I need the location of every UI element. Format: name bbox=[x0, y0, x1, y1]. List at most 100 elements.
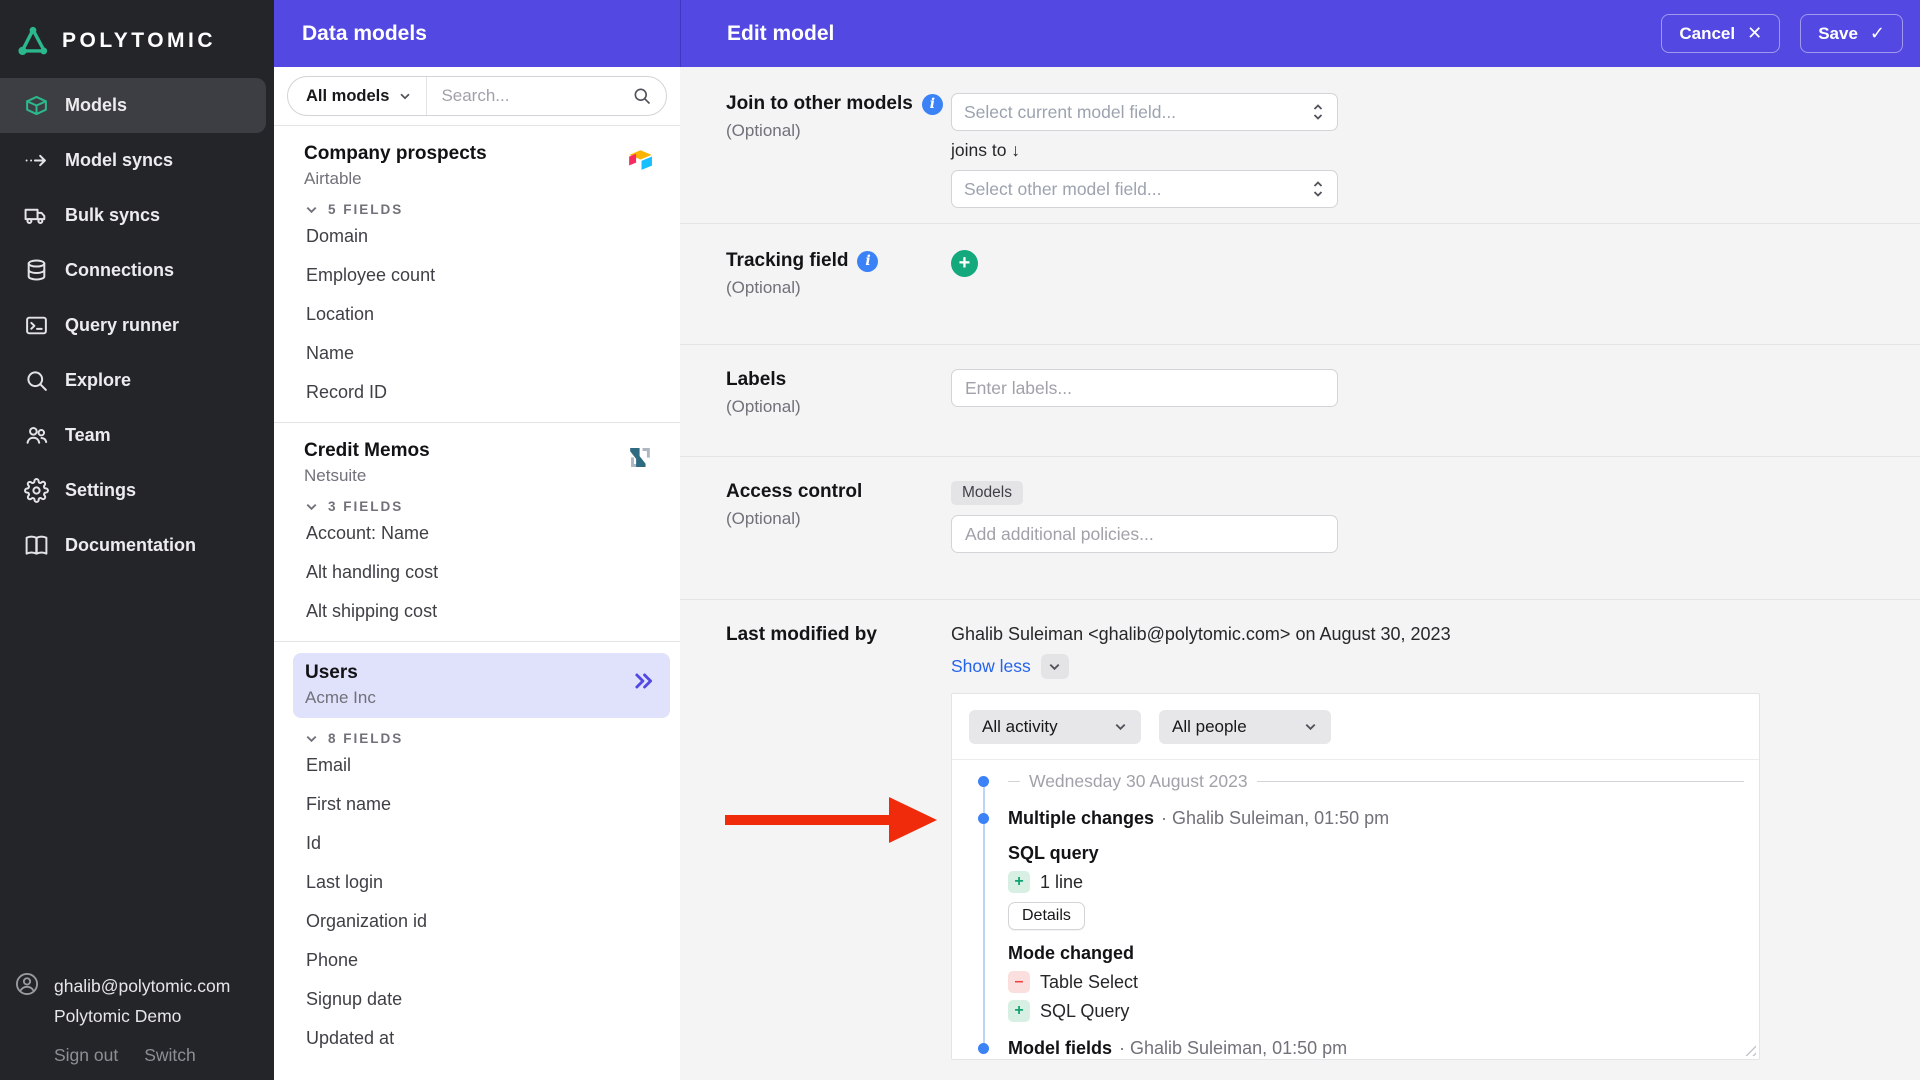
field-row-employee-count[interactable]: Employee count bbox=[274, 256, 680, 295]
model-source: Netsuite bbox=[304, 466, 367, 485]
model-head-credit-memos[interactable]: Credit Memos Netsuite bbox=[274, 423, 680, 486]
field-row-first-name[interactable]: First name bbox=[274, 785, 680, 824]
access-optional: (Optional) bbox=[726, 509, 801, 528]
sidebar-item-settings[interactable]: Settings bbox=[0, 463, 274, 518]
fields-toggle-company-prospects[interactable]: 5 FIELDS bbox=[274, 202, 680, 217]
labels-optional: (Optional) bbox=[726, 397, 801, 416]
sign-out-link[interactable]: Sign out bbox=[54, 1045, 118, 1066]
other-model-field-select[interactable]: Select other model field... bbox=[951, 170, 1338, 208]
sidebar-nav: Models Model syncs Bulk syncs Connections Qu… bbox=[0, 78, 274, 573]
join-section: Join to other models i (Optional) Select… bbox=[680, 67, 1920, 224]
field-row-organization-id[interactable]: Organization id bbox=[274, 902, 680, 941]
add-tracking-field-button[interactable]: + bbox=[951, 250, 978, 277]
chevron-down-icon bbox=[304, 499, 319, 514]
model-title: Credit Memos bbox=[304, 440, 430, 461]
edit-model-panel: Edit model Cancel ✕ Save ✓ Join to other… bbox=[680, 0, 1920, 1080]
show-less-link[interactable]: Show less bbox=[951, 656, 1031, 677]
sidebar-item-query-runner[interactable]: Query runner bbox=[0, 298, 274, 353]
event-title: Multiple changes bbox=[1008, 807, 1155, 828]
field-row-alt-shipping-cost[interactable]: Alt shipping cost bbox=[274, 592, 680, 631]
field-row-id[interactable]: Id bbox=[274, 824, 680, 863]
sidebar-item-connections[interactable]: Connections bbox=[0, 243, 274, 298]
model-head-company-prospects[interactable]: Company prospects Airtable bbox=[274, 126, 680, 189]
chevron-down-icon bbox=[1303, 719, 1318, 734]
sidebar-item-models[interactable]: Models bbox=[0, 78, 266, 133]
change-group-mode-changed: Mode changed bbox=[1008, 943, 1135, 963]
activity-panel: All activity All people Wednesday 30 Aug… bbox=[951, 693, 1760, 1060]
activity-type-filter[interactable]: All activity bbox=[969, 709, 1141, 744]
field-row-signup-date[interactable]: Signup date bbox=[274, 980, 680, 1019]
current-model-field-placeholder: Select current model field... bbox=[964, 101, 1177, 122]
cancel-button[interactable]: Cancel ✕ bbox=[1661, 14, 1781, 53]
info-icon[interactable]: i bbox=[921, 93, 943, 115]
field-row-domain[interactable]: Domain bbox=[274, 217, 680, 256]
user-org: Polytomic Demo bbox=[54, 1006, 182, 1026]
sidebar-item-bulk-syncs[interactable]: Bulk syncs bbox=[0, 188, 274, 243]
models-policy-tag: Models bbox=[951, 481, 1023, 505]
fields-toggle-users[interactable]: 8 FIELDS bbox=[274, 731, 680, 746]
save-button[interactable]: Save ✓ bbox=[1800, 14, 1903, 53]
sidebar-item-model-syncs[interactable]: Model syncs bbox=[0, 133, 274, 188]
access-label: Access control bbox=[726, 481, 863, 502]
sidebar-item-explore[interactable]: Explore bbox=[0, 353, 274, 408]
edit-model-header: Edit model Cancel ✕ Save ✓ bbox=[680, 0, 1920, 67]
sidebar-item-documentation[interactable]: Documentation bbox=[0, 518, 274, 573]
chevron-down-icon bbox=[1047, 659, 1062, 674]
model-card-credit-memos: Credit Memos Netsuite 3 FIELDS Account: Nam… bbox=[274, 423, 680, 642]
switch-link[interactable]: Switch bbox=[144, 1045, 196, 1066]
models-search-row: All models bbox=[274, 67, 680, 126]
current-model-field-select[interactable]: Select current model field... bbox=[951, 93, 1338, 131]
edit-model-title: Edit model bbox=[727, 21, 835, 45]
field-row-account-name[interactable]: Account: Name bbox=[274, 514, 680, 553]
avatar-icon bbox=[14, 971, 40, 997]
model-search-input[interactable] bbox=[427, 77, 632, 115]
chevron-down-icon bbox=[304, 202, 319, 217]
policies-input[interactable] bbox=[951, 515, 1338, 553]
details-button[interactable]: Details bbox=[1008, 902, 1085, 930]
select-updown-icon bbox=[1311, 102, 1325, 122]
field-row-alt-handling-cost[interactable]: Alt handling cost bbox=[274, 553, 680, 592]
model-syncs-icon bbox=[24, 148, 49, 173]
sidebar-item-label: Models bbox=[65, 95, 128, 115]
database-icon bbox=[24, 258, 49, 283]
cube-icon bbox=[24, 93, 49, 118]
model-filter-dropdown[interactable]: All models bbox=[288, 77, 428, 115]
truck-icon bbox=[24, 203, 49, 228]
diff-add-sql-query: + SQL Query bbox=[1008, 1000, 1744, 1022]
brand-name: POLYTOMIC bbox=[62, 29, 217, 52]
info-icon[interactable]: i bbox=[857, 250, 879, 272]
activity-filter-bar: All activity All people bbox=[952, 694, 1759, 760]
check-icon: ✓ bbox=[1869, 23, 1885, 43]
field-row-record-id[interactable]: Record ID bbox=[274, 373, 680, 412]
sidebar-item-label: Model syncs bbox=[65, 150, 174, 170]
field-row-last-login[interactable]: Last login bbox=[274, 863, 680, 902]
labels-input[interactable] bbox=[951, 369, 1338, 407]
models-panel: Data models All models Company prospects… bbox=[274, 0, 680, 1080]
plus-icon: + bbox=[1008, 1000, 1030, 1022]
activity-people-filter[interactable]: All people bbox=[1159, 709, 1331, 744]
fields-toggle-credit-memos[interactable]: 3 FIELDS bbox=[274, 499, 680, 514]
sidebar-item-label: Explore bbox=[65, 370, 132, 390]
field-row-phone[interactable]: Phone bbox=[274, 941, 680, 980]
show-less-chevron-button[interactable] bbox=[1040, 654, 1069, 679]
timeline-dot bbox=[978, 812, 989, 824]
field-row-updated-at[interactable]: Updated at bbox=[274, 1019, 680, 1058]
models-panel-title: Data models bbox=[302, 21, 427, 45]
sidebar-item-team[interactable]: Team bbox=[0, 408, 274, 463]
polytomic-logo-icon bbox=[16, 24, 50, 58]
field-row-location[interactable]: Location bbox=[274, 295, 680, 334]
expand-model-icon[interactable] bbox=[633, 670, 655, 692]
people-icon bbox=[24, 423, 49, 448]
model-head-users[interactable]: Users Acme Inc bbox=[293, 653, 670, 718]
other-model-field-placeholder: Select other model field... bbox=[964, 178, 1162, 199]
field-row-name[interactable]: Name bbox=[274, 334, 680, 373]
tracking-section: Tracking field i (Optional) + bbox=[680, 224, 1920, 345]
sidebar-item-label: Query runner bbox=[65, 315, 180, 335]
save-label: Save bbox=[1818, 23, 1858, 43]
sidebar-item-label: Documentation bbox=[65, 535, 197, 555]
model-title: Company prospects bbox=[304, 143, 487, 164]
join-optional: (Optional) bbox=[726, 121, 801, 140]
labels-label: Labels bbox=[726, 369, 787, 390]
event-title: Model fields bbox=[1008, 1037, 1113, 1058]
field-row-email[interactable]: Email bbox=[274, 746, 680, 785]
